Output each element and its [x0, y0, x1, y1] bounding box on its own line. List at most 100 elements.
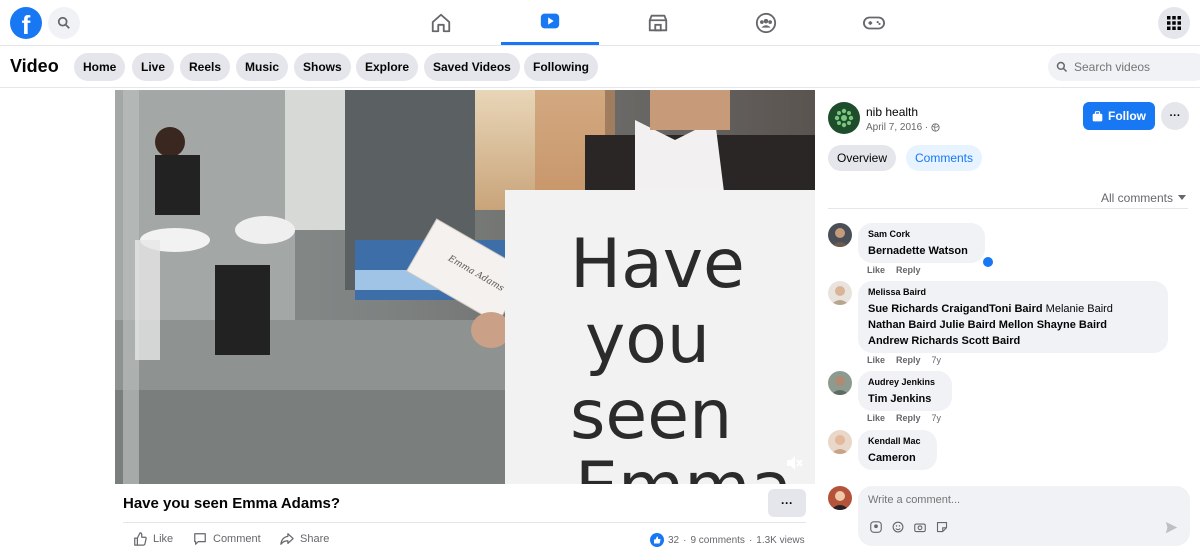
- comment-actions: Like Reply 7y: [867, 355, 941, 365]
- comment-author[interactable]: Kendall Mac: [868, 436, 927, 446]
- chevron-down-icon: [1178, 195, 1186, 200]
- comment-bubble: Kendall Mac Cameron: [858, 430, 937, 470]
- comment-input[interactable]: [868, 494, 1118, 506]
- avatar-sticker-icon[interactable]: [870, 521, 882, 533]
- comments-panel: nib health April 7, 2016 · Follow ··· Ov…: [815, 88, 1200, 558]
- like-reaction-icon[interactable]: [981, 255, 995, 269]
- like-button[interactable]: Like: [133, 532, 173, 546]
- speaker-muted-icon: [787, 456, 803, 470]
- send-button[interactable]: [1165, 521, 1178, 539]
- top-navigation-bar: f: [0, 0, 1200, 46]
- stats-separator: ·: [748, 534, 753, 546]
- comment-text[interactable]: Bernadette Watson: [868, 243, 975, 259]
- comment-age[interactable]: 7y: [932, 413, 942, 423]
- comment-like[interactable]: Like: [867, 265, 885, 275]
- tab-overview[interactable]: Overview: [828, 145, 897, 171]
- page-avatar[interactable]: [828, 102, 860, 134]
- pill-saved-videos[interactable]: Saved Videos: [424, 53, 520, 81]
- share-icon: [280, 533, 294, 545]
- comment-bubble: Audrey Jenkins Tim Jenkins: [858, 371, 952, 411]
- comment-text[interactable]: Tim Jenkins: [868, 391, 942, 407]
- search-icon: [1056, 61, 1068, 73]
- avatar[interactable]: [828, 430, 852, 454]
- comment-composer: [858, 486, 1190, 546]
- comment-author[interactable]: Melissa Baird: [868, 287, 1158, 297]
- nav-home[interactable]: [392, 0, 490, 45]
- thumbs-up-icon: [134, 532, 147, 546]
- sign-line-1: Have: [570, 225, 745, 304]
- comment-author[interactable]: Audrey Jenkins: [868, 377, 942, 387]
- avatar[interactable]: [828, 223, 852, 247]
- comment-author[interactable]: Sam Cork: [868, 229, 975, 239]
- post-date: April 7, 2016 ·: [866, 122, 940, 133]
- divider: [123, 522, 806, 523]
- nav-marketplace[interactable]: [609, 0, 707, 45]
- page-more-button[interactable]: ···: [1161, 102, 1189, 130]
- pill-following[interactable]: Following: [524, 53, 598, 81]
- gaming-icon: [863, 16, 885, 29]
- home-icon: [431, 13, 451, 32]
- sign-line-2: you: [585, 300, 710, 379]
- comment-like[interactable]: Like: [867, 355, 885, 365]
- pill-live[interactable]: Live: [132, 53, 175, 81]
- like-label: Like: [153, 533, 174, 545]
- comment-age[interactable]: 7y: [932, 355, 942, 365]
- nav-video[interactable]: [501, 0, 599, 45]
- sticker-icon[interactable]: [936, 521, 948, 533]
- emoji-icon[interactable]: [892, 521, 904, 533]
- follow-page-icon: [1092, 110, 1103, 121]
- video-player[interactable]: Emma Adams Have you seen Emma: [115, 90, 815, 484]
- pill-explore[interactable]: Explore: [356, 53, 419, 81]
- nib-logo-icon: [834, 108, 854, 128]
- comment-text[interactable]: Sue Richards CraigandToni Baird Melanie …: [868, 301, 1158, 317]
- comment-actions: Like Reply 7y: [867, 413, 941, 423]
- comment-label: Comment: [213, 533, 261, 545]
- page-title: Video: [10, 56, 59, 76]
- facebook-logo[interactable]: f: [10, 7, 42, 39]
- pill-home[interactable]: Home: [74, 53, 126, 81]
- video-icon: [540, 13, 560, 29]
- view-count: 1.3K views: [756, 534, 805, 546]
- avatar[interactable]: [828, 281, 852, 305]
- comment-button[interactable]: Comment: [193, 532, 261, 546]
- comment-actions: Like Reply: [867, 265, 921, 275]
- pill-music[interactable]: Music: [236, 53, 289, 81]
- share-label: Share: [300, 533, 330, 545]
- search-videos-input[interactable]: [1074, 60, 1184, 74]
- pill-shows[interactable]: Shows: [294, 53, 351, 81]
- follow-button[interactable]: Follow: [1083, 102, 1155, 130]
- avatar[interactable]: [828, 371, 852, 395]
- comment-text[interactable]: Andrew Richards Scott Baird: [868, 333, 1158, 349]
- search-button[interactable]: [48, 7, 80, 39]
- comment-count[interactable]: 9 comments: [690, 535, 744, 546]
- video-more-button[interactable]: ···: [768, 489, 806, 517]
- share-button[interactable]: Share: [280, 532, 329, 546]
- comment-sort-dropdown[interactable]: All comments: [1101, 191, 1186, 205]
- divider: [828, 208, 1188, 209]
- tab-comments[interactable]: Comments: [906, 145, 983, 171]
- nav-gaming[interactable]: [825, 0, 923, 45]
- search-icon: [57, 16, 70, 29]
- reaction-count[interactable]: 32: [668, 535, 679, 546]
- camera-icon[interactable]: [914, 521, 926, 533]
- comment-text[interactable]: Cameron: [868, 450, 927, 466]
- comment-reply[interactable]: Reply: [896, 413, 921, 423]
- menu-button[interactable]: [1158, 7, 1190, 39]
- marketplace-icon: [648, 14, 668, 31]
- pill-reels[interactable]: Reels: [180, 53, 231, 81]
- nav-groups[interactable]: [717, 0, 815, 45]
- page-name[interactable]: nib health: [866, 105, 918, 119]
- video-subnav: Video Home Live Reels Music Shows Explor…: [0, 46, 1200, 88]
- comment-text[interactable]: Nathan Baird Julie Baird Mellon Shayne B…: [868, 317, 1158, 333]
- mute-button[interactable]: [785, 455, 803, 476]
- comment-reply[interactable]: Reply: [896, 355, 921, 365]
- search-videos-field[interactable]: [1048, 53, 1200, 81]
- comment-reply[interactable]: Reply: [896, 265, 921, 275]
- stats-separator: ·: [683, 534, 687, 546]
- comment-icon: [194, 533, 206, 545]
- comment-like[interactable]: Like: [867, 413, 885, 423]
- grid-menu-icon: [1167, 16, 1181, 30]
- composer-tools: [870, 521, 948, 533]
- current-user-avatar[interactable]: [828, 486, 852, 510]
- comment-bubble: Sam Cork Bernadette Watson: [858, 223, 985, 263]
